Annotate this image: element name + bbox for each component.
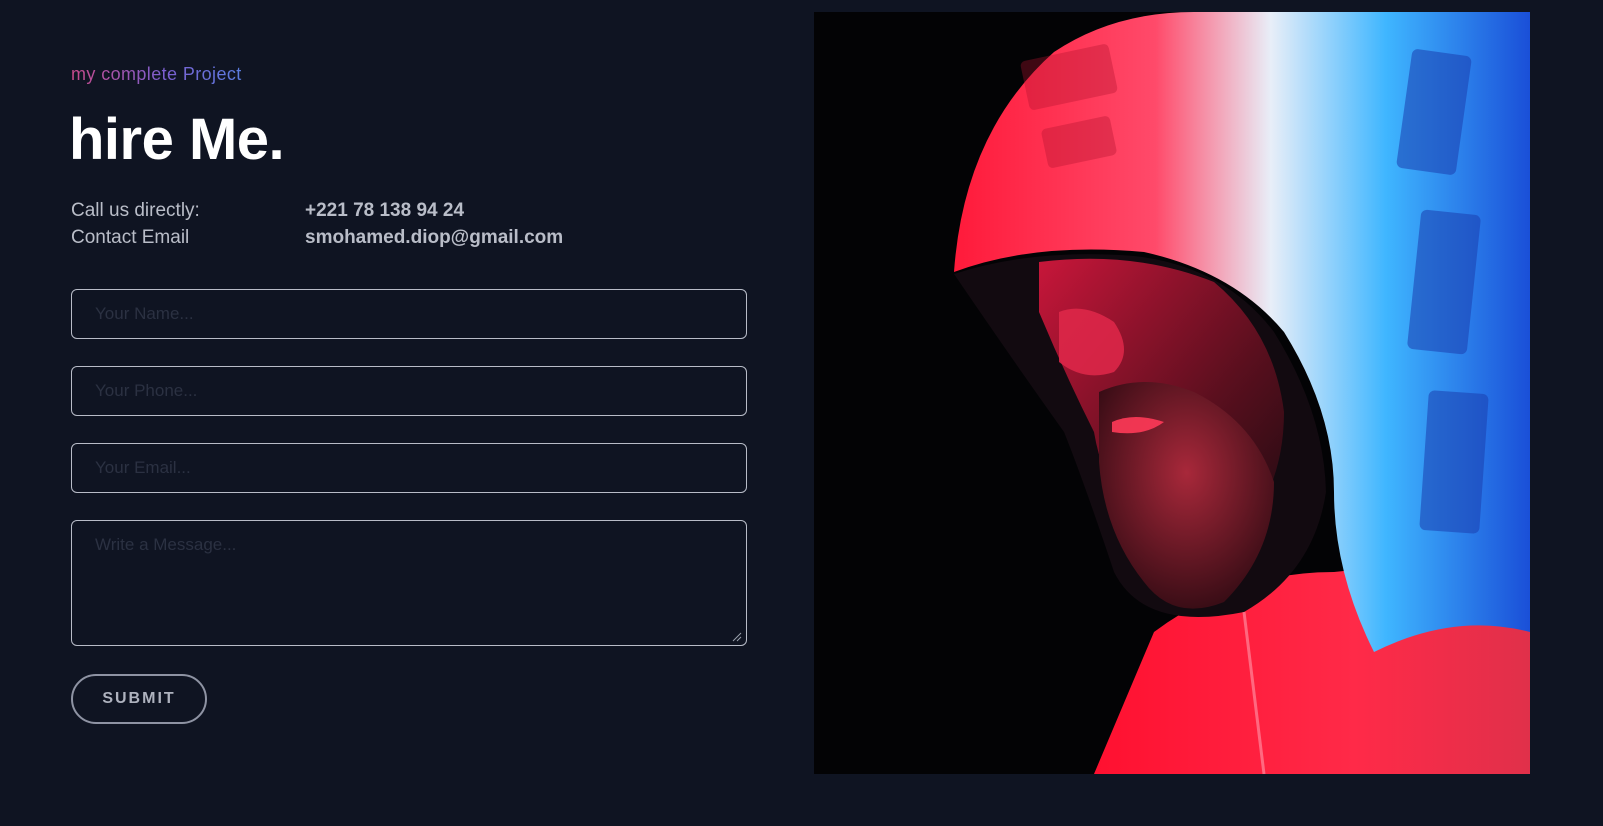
page-title: hire Me.: [69, 107, 285, 172]
phone-value: +221 78 138 94 24: [305, 200, 465, 221]
phone-label: Call us directly:: [71, 200, 200, 221]
phone-input[interactable]: [71, 366, 747, 416]
submit-button[interactable]: SUBMIT: [71, 674, 207, 724]
portrait-illustration: [814, 12, 1530, 774]
name-input[interactable]: [71, 289, 747, 339]
hooded-man-photo: [814, 12, 1530, 774]
contact-page: my complete Project hire Me. Call us dir…: [0, 0, 1603, 826]
email-input[interactable]: [71, 443, 747, 493]
resize-handle-icon[interactable]: [732, 632, 742, 642]
email-value: smohamed.diop@gmail.com: [305, 227, 564, 248]
email-label: Contact Email: [71, 227, 190, 248]
message-textarea[interactable]: [71, 520, 747, 646]
section-eyebrow: my complete Project: [71, 64, 242, 84]
